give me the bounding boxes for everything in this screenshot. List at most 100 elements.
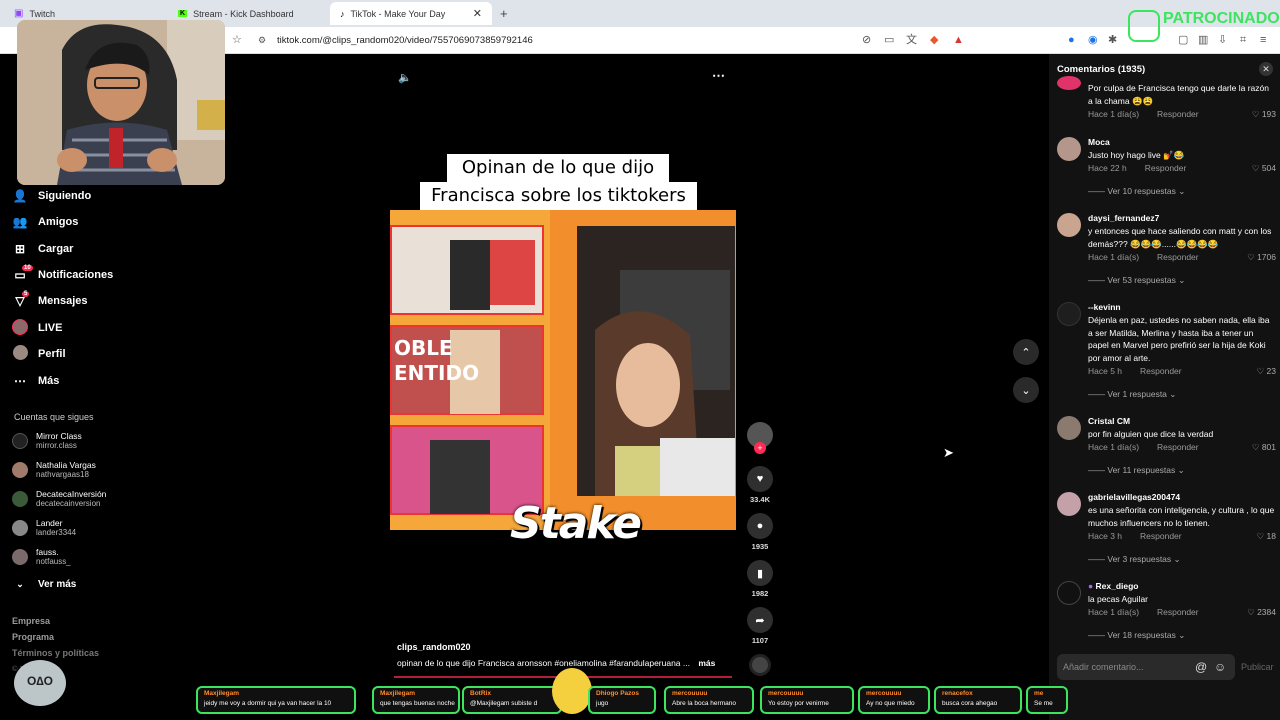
url-field[interactable]: tiktok.com/@clips_random020/video/755706… xyxy=(277,33,533,49)
mention-icon[interactable]: @ xyxy=(1195,660,1207,674)
close-tab-icon[interactable]: ✕ xyxy=(473,7,482,20)
download-icon[interactable]: ⇩ xyxy=(1218,32,1227,48)
reply-button[interactable]: Responder xyxy=(1140,366,1182,376)
sidebar-item-upload[interactable]: ⊞ Cargar xyxy=(12,239,74,259)
footer-link[interactable]: Programa xyxy=(12,632,54,642)
chevron-up-icon: ⌃ xyxy=(1021,346,1031,359)
comment-user[interactable]: daysi_fernandez7 xyxy=(1088,213,1159,223)
chat-text: jugo xyxy=(596,700,609,707)
comment-like-button[interactable]: ♡ 1706 xyxy=(1247,252,1276,263)
view-replies-button[interactable]: —— Ver 1 respuesta ⌄ xyxy=(1088,389,1176,400)
sidebar-item-notifications[interactable]: ▭ 10 Notificaciones xyxy=(12,265,113,285)
comment-user[interactable]: Cristal CM xyxy=(1088,416,1130,426)
comment-user[interactable]: Moca xyxy=(1088,137,1110,147)
comment-user[interactable]: --kevinn xyxy=(1088,302,1121,312)
window-icon[interactable]: ▢ xyxy=(1178,32,1188,48)
bookmark-icon[interactable]: ☆ xyxy=(232,32,242,48)
following-item[interactable]: Mirror Class mirror.class xyxy=(12,428,82,454)
tab-tiktok[interactable]: ♪ TikTok - Make Your Day ✕ xyxy=(330,2,492,25)
extension-icon[interactable]: ● xyxy=(1068,32,1075,48)
following-item[interactable]: Nathalia Vargas nathvargaas18 xyxy=(12,457,96,483)
comment-time: Hace 3 h xyxy=(1088,531,1123,541)
reply-button[interactable]: Responder xyxy=(1140,531,1182,541)
sidebar-item-more[interactable]: ⋯ Más xyxy=(12,371,59,391)
message-icon: ▽ 5 xyxy=(15,291,30,308)
comment-like-button[interactable]: ♡ 23 xyxy=(1257,366,1276,377)
sidebar-item-profile[interactable]: Perfil xyxy=(12,344,66,364)
avatar xyxy=(1057,302,1081,326)
new-tab-icon[interactable]: + xyxy=(500,6,508,21)
next-video-button[interactable]: ⌄ xyxy=(1013,377,1039,403)
sidebar-item-live[interactable]: LIVE xyxy=(12,318,62,338)
publish-button[interactable]: Publicar xyxy=(1241,662,1274,672)
avatar xyxy=(1057,492,1081,516)
chat-user: me xyxy=(1034,690,1044,697)
view-replies-button[interactable]: —— Ver 11 respuestas ⌄ xyxy=(1088,465,1185,476)
following-user: notfauss_ xyxy=(36,557,71,566)
emoji-icon[interactable]: ☺ xyxy=(1214,660,1226,674)
reply-button[interactable]: Responder xyxy=(1157,252,1199,262)
menu-icon[interactable]: ≡ xyxy=(1260,32,1266,48)
avatar xyxy=(12,549,28,565)
footer-link[interactable]: Empresa xyxy=(12,616,50,626)
reply-button[interactable]: Responder xyxy=(1157,442,1199,452)
screen: ▣ Twitch K Stream - Kick Dashboard ♪ Tik… xyxy=(0,0,1280,720)
tab-label: TikTok - Make Your Day xyxy=(350,8,446,19)
chat-user: BotRix xyxy=(470,690,491,697)
following-item[interactable]: DecatecaInversión decatecainversion xyxy=(12,486,106,512)
sponsor-label: PATROCINADOR xyxy=(1163,10,1280,27)
reply-button[interactable]: Responder xyxy=(1145,163,1187,173)
comment-like-button[interactable]: ♡ 504 xyxy=(1252,163,1276,174)
sidebar-icon[interactable]: ▥ xyxy=(1198,32,1208,48)
previous-video-button[interactable]: ⌃ xyxy=(1013,339,1039,365)
footer-link[interactable]: Términos y políticas xyxy=(12,648,99,658)
rewards-icon[interactable]: ▲ xyxy=(953,32,964,48)
cursor-icon: ➤ xyxy=(943,445,954,460)
share-button[interactable]: ➦ 1107 xyxy=(747,607,773,645)
puzzle-icon[interactable]: ✱ xyxy=(1108,32,1117,48)
comment-like-button[interactable]: ♡ 18 xyxy=(1257,531,1276,542)
chat-user: Maxjilegam xyxy=(204,690,240,697)
screenshot-icon[interactable]: ⌗ xyxy=(1240,32,1246,48)
chat-text: @Maxjilegam subiste d xyxy=(470,700,538,707)
twitch-icon: ▣ xyxy=(14,8,24,19)
comment-user[interactable]: gabrielavillegas200474 xyxy=(1088,492,1180,502)
translate-icon[interactable]: 文 xyxy=(906,32,917,48)
comment-input[interactable]: Añadir comentario... xyxy=(1057,654,1235,680)
brave-shield-icon[interactable]: ◆ xyxy=(930,32,938,48)
following-item[interactable]: fauss. notfauss_ xyxy=(12,544,71,570)
comment-time: Hace 1 día(s) xyxy=(1088,607,1140,617)
video-player[interactable]: OBLE ENTIDO xyxy=(390,210,736,530)
comment-like-button[interactable]: ♡ 2384 xyxy=(1247,607,1276,618)
view-replies-button[interactable]: —— Ver 10 respuestas ⌄ xyxy=(1088,186,1185,197)
more-link[interactable]: más xyxy=(698,658,715,668)
chat-message: me Se me xyxy=(1026,686,1068,714)
comment-button[interactable]: ● 1935 xyxy=(747,513,773,551)
comment-like-button[interactable]: ♡ 801 xyxy=(1252,442,1276,453)
save-button[interactable]: ▮ 1982 xyxy=(747,560,773,598)
following-item[interactable]: Lander lander3344 xyxy=(12,515,76,541)
sidebar-item-messages[interactable]: ▽ 5 Mensajes xyxy=(12,291,88,311)
view-replies-button[interactable]: —— Ver 18 respuestas ⌄ xyxy=(1088,630,1185,641)
sidebar-item-friends[interactable]: 👥 Amigos xyxy=(12,212,79,232)
site-info-icon[interactable]: ⚙ xyxy=(258,32,266,48)
install-icon[interactable]: ▭ xyxy=(884,32,894,48)
video-author[interactable]: clips_random020 xyxy=(397,642,471,652)
comment-like-button[interactable]: ♡ 193 xyxy=(1252,109,1276,120)
like-button[interactable]: ♥ 33.4K xyxy=(747,466,773,504)
following-name: Nathalia Vargas xyxy=(36,460,96,470)
see-more-button[interactable]: ⌄ Ver más xyxy=(12,574,76,594)
reply-button[interactable]: Responder xyxy=(1157,109,1199,119)
more-options-icon[interactable]: ⋯ xyxy=(712,68,725,84)
volume-icon[interactable]: 🔈 xyxy=(398,71,412,84)
no-cast-icon[interactable]: ⊘ xyxy=(862,32,871,48)
comment-user[interactable]: ● Rex_diego xyxy=(1088,581,1139,591)
creator-avatar-button[interactable]: + xyxy=(747,422,773,454)
view-replies-button[interactable]: —— Ver 53 respuestas ⌄ xyxy=(1088,275,1185,286)
follow-plus-icon[interactable]: + xyxy=(754,442,766,454)
extension-icon[interactable]: ◉ xyxy=(1088,32,1098,48)
sidebar-item-following[interactable]: 👤 Siguiendo xyxy=(12,186,92,206)
reply-button[interactable]: Responder xyxy=(1157,607,1199,617)
music-disc-button[interactable] xyxy=(747,654,773,676)
view-replies-button[interactable]: —— Ver 3 respuestas ⌄ xyxy=(1088,554,1181,565)
